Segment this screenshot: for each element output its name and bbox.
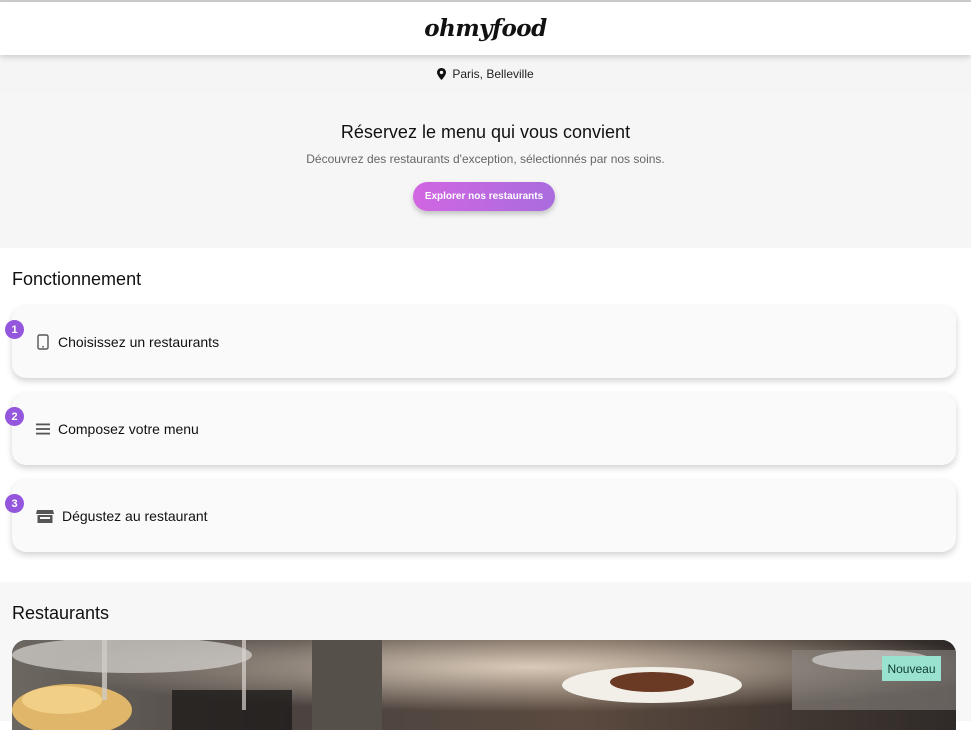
step-card-compose[interactable]: Composez votre menu: [12, 393, 956, 465]
step-number-badge: 3: [5, 494, 24, 513]
step-card-choose[interactable]: Choisissez un restaurants: [12, 306, 956, 378]
location-text: Paris, Belleville: [452, 67, 534, 81]
how-it-works-title: Fonctionnement: [12, 269, 142, 289]
step-label: Composez votre menu: [58, 421, 199, 437]
explore-restaurants-button[interactable]: Explorer nos restaurants: [413, 182, 555, 211]
location-bar[interactable]: Paris, Belleville: [0, 55, 971, 93]
step-card-enjoy[interactable]: Dégustez au restaurant: [12, 480, 956, 552]
logo[interactable]: ohmyfood: [424, 15, 547, 42]
restaurants-title: Restaurants: [12, 603, 110, 623]
step-number-badge: 1: [5, 320, 24, 339]
map-pin-icon: [437, 68, 447, 80]
step-label: Choisissez un restaurants: [58, 334, 220, 350]
hero-subtitle: Découvrez des restaurants d'exception, s…: [306, 152, 665, 166]
new-badge: Nouveau: [882, 656, 941, 681]
restaurant-card-image[interactable]: [12, 640, 956, 730]
hero-title: Réservez le menu qui vous convient: [340, 122, 631, 142]
list-icon: [34, 420, 52, 438]
restaurant-photo: [12, 640, 956, 730]
step-number-badge: 2: [5, 407, 24, 426]
store-icon: [34, 507, 56, 525]
hero-section: Réservez le menu qui vous convient Décou…: [0, 93, 971, 248]
mobile-phone-icon: [34, 333, 52, 351]
site-header: ohmyfood: [0, 2, 971, 55]
step-label: Dégustez au restaurant: [62, 508, 208, 524]
